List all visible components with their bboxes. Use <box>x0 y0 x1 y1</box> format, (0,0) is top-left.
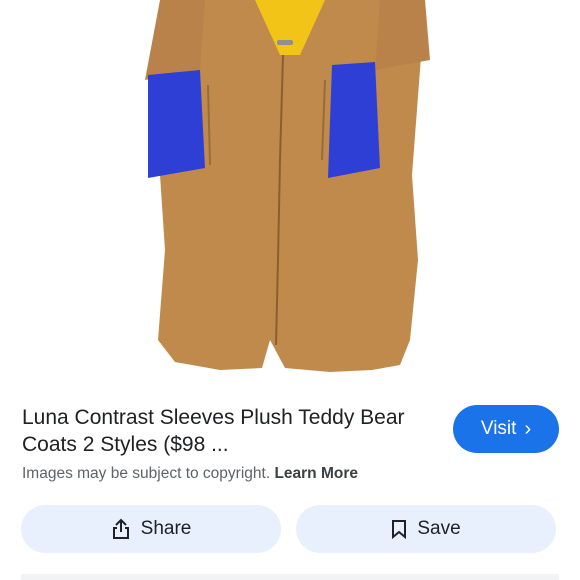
share-label: Share <box>140 518 192 539</box>
visit-button[interactable]: Visit › <box>453 405 559 453</box>
learn-more-link[interactable]: Learn More <box>274 465 358 482</box>
share-icon <box>111 518 131 540</box>
copyright-text: Images may be subject to copyright. <box>22 465 271 482</box>
next-card-edge <box>21 574 559 580</box>
result-title[interactable]: Luna Contrast Sleeves Plush Teddy Bear C… <box>22 404 432 458</box>
copyright-notice: Images may be subject to copyright. Lear… <box>22 465 358 483</box>
coat-illustration <box>145 0 430 372</box>
bookmark-icon <box>391 519 407 539</box>
chevron-right-icon: › <box>524 418 532 440</box>
share-button[interactable]: Share <box>21 505 281 553</box>
visit-label: Visit <box>480 418 517 439</box>
save-button[interactable]: Save <box>296 505 556 553</box>
product-image[interactable] <box>0 0 580 395</box>
save-label: Save <box>417 518 461 539</box>
